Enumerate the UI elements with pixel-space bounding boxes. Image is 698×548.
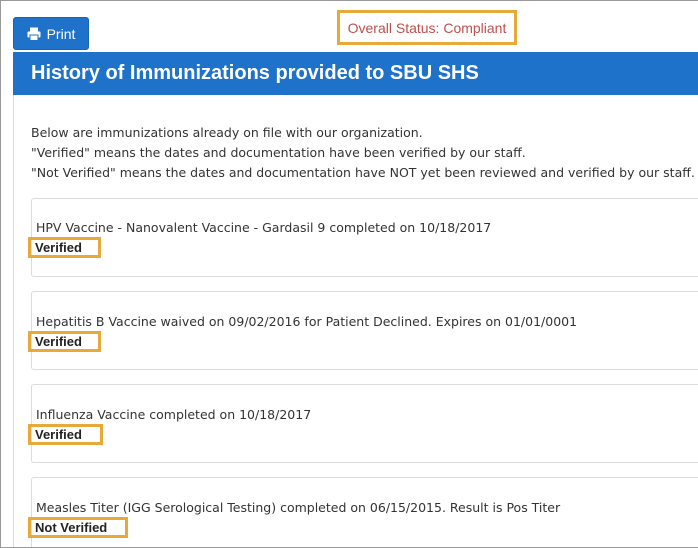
verification-badge: Verified	[28, 331, 101, 352]
intro-line: "Not Verified" means the dates and docum…	[31, 165, 695, 180]
immunization-description: Hepatitis B Vaccine waived on 09/02/2016…	[36, 314, 578, 329]
verification-badge: Not Verified	[28, 517, 128, 538]
immunization-card: Influenza Vaccine completed on 10/18/201…	[31, 384, 698, 463]
immunization-description: Influenza Vaccine completed on 10/18/201…	[36, 407, 312, 422]
immunization-card: Hepatitis B Vaccine waived on 09/02/2016…	[31, 291, 698, 370]
overall-status-box: Overall Status: Compliant	[337, 10, 517, 45]
immunization-card: HPV Vaccine - Nanovalent Vaccine - Garda…	[31, 198, 698, 277]
printer-icon	[27, 27, 41, 41]
immunization-card: Measles Titer (IGG Serological Testing) …	[31, 477, 698, 547]
intro-line: "Verified" means the dates and documenta…	[31, 145, 526, 160]
verification-badge: Verified	[28, 237, 101, 258]
page-title: History of Immunizations provided to SBU…	[31, 62, 479, 84]
verification-badge: Verified	[28, 424, 103, 445]
overall-status-text: Overall Status: Compliant	[347, 19, 507, 36]
panel-header: History of Immunizations provided to SBU…	[13, 52, 698, 95]
intro-text: Below are immunizations already on file …	[31, 123, 695, 183]
print-button-label: Print	[46, 25, 76, 42]
immunization-description: Measles Titer (IGG Serological Testing) …	[36, 500, 561, 515]
intro-line: Below are immunizations already on file …	[31, 125, 423, 140]
print-button[interactable]: Print	[13, 17, 89, 50]
page-frame: Print Overall Status: Compliant History …	[0, 0, 698, 548]
immunization-description: HPV Vaccine - Nanovalent Vaccine - Garda…	[36, 220, 492, 235]
